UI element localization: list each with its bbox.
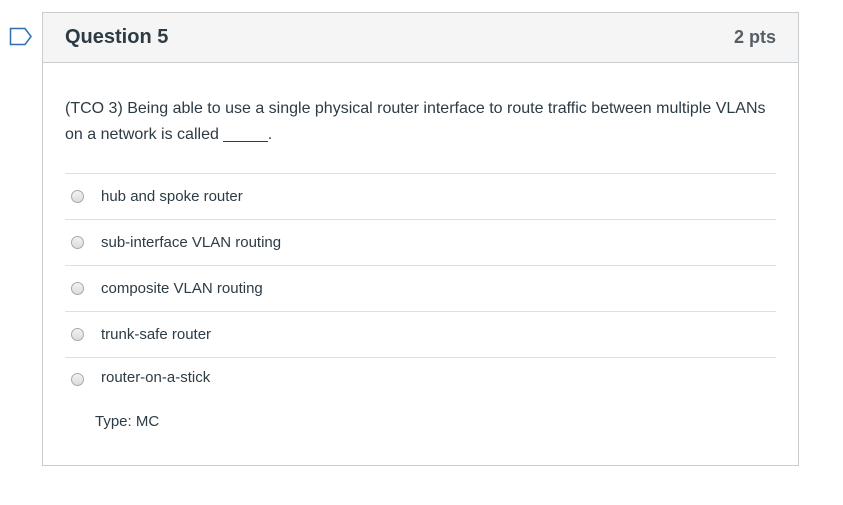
radio-button[interactable] (71, 282, 84, 295)
question-body: (TCO 3) Being able to use a single physi… (43, 96, 798, 430)
answer-option[interactable]: hub and spoke router (65, 174, 776, 220)
answer-option[interactable]: router-on-a-stick (65, 358, 776, 396)
question-header: Question 5 2 pts (43, 13, 798, 63)
answer-option[interactable]: composite VLAN routing (65, 266, 776, 312)
question-title: Question 5 (65, 26, 169, 48)
radio-button[interactable] (71, 372, 84, 386)
answer-label[interactable]: hub and spoke router (101, 188, 243, 205)
radio-button[interactable] (71, 190, 84, 203)
question-type-label: Type: MC (95, 413, 160, 430)
answer-option[interactable]: sub-interface VLAN routing (65, 220, 776, 266)
question-text: (TCO 3) Being able to use a single physi… (65, 96, 776, 174)
question-points: 2 pts (733, 27, 776, 47)
bookmark-flag-icon[interactable] (9, 27, 33, 46)
answer-label[interactable]: trunk-safe router (101, 326, 211, 343)
answer-label[interactable]: router-on-a-stick (101, 369, 210, 386)
radio-button[interactable] (71, 328, 84, 341)
question-card: Question 5 2 pts (TCO 3) Being able to u… (42, 12, 799, 466)
radio-button[interactable] (71, 236, 84, 249)
answer-option[interactable]: trunk-safe router (65, 312, 776, 358)
answer-label[interactable]: composite VLAN routing (101, 280, 263, 297)
answer-label[interactable]: sub-interface VLAN routing (101, 234, 281, 251)
answer-list: hub and spoke router sub-interface VLAN … (65, 174, 776, 396)
